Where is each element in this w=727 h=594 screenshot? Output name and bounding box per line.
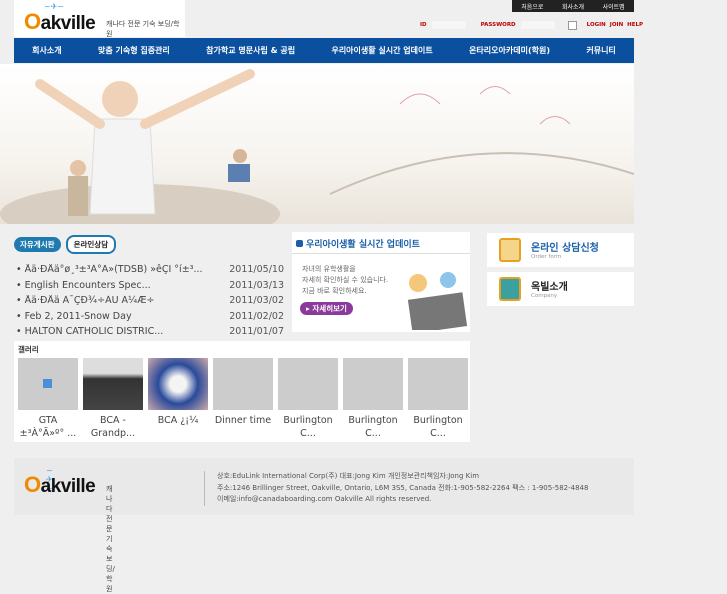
- gallery-title: 갤러리: [18, 345, 39, 354]
- post-row[interactable]: • Feb 2, 2011-Snow Day 2011/02/02: [14, 309, 284, 325]
- bullet-icon: [296, 240, 303, 247]
- footer-address: 주소:1246 Brillinger Street, Oakville, Ont…: [217, 483, 589, 492]
- gallery-panel: 갤러리 GTA ±³À°Ã»º° ... BCA - Grandp... BCA…: [14, 341, 470, 442]
- join-button[interactable]: JOIN: [610, 22, 623, 28]
- gallery-caption[interactable]: BCA ¿¡¼: [148, 414, 208, 427]
- post-row[interactable]: • English Encounters Spec... 2011/03/13: [14, 278, 284, 294]
- side-title: 옥빌소개: [531, 282, 568, 293]
- gallery-item[interactable]: GTA ±³À°Ã»º° ...: [18, 358, 78, 440]
- logo[interactable]: ~✈~ Oakville 캐나다 전문 기숙 보딩/학원: [14, 0, 185, 38]
- gallery-caption[interactable]: GTA ±³À°Ã»º° ...: [18, 414, 78, 440]
- logo-text: Oakville: [24, 9, 96, 34]
- footer-email: 이메일:info@canadaboarding.com Oakville All…: [217, 495, 432, 503]
- post-title[interactable]: English Encounters Spec...: [25, 280, 151, 291]
- nav-item[interactable]: 맞춤 기숙형 집중관리: [98, 45, 170, 56]
- post-row[interactable]: • HALTON CATHOLIC DISTRIC... 2011/01/07: [14, 324, 284, 340]
- footer-tagline: 캐나다 전문 기숙 보딩/학원: [106, 485, 115, 593]
- gallery-thumb[interactable]: [408, 358, 468, 410]
- live-update-panel: 우리아이생활 실시간 업데이트 자녀의 유학생활을 자세히 확인하실 수 있습니…: [292, 232, 470, 332]
- post-date: 2011/05/10: [229, 264, 284, 276]
- gallery-caption[interactable]: Dinner time: [213, 414, 273, 427]
- gallery-item[interactable]: Burlington C...: [278, 358, 338, 440]
- nav-item[interactable]: 커뮤니티: [586, 45, 615, 56]
- logo-tagline: 캐나다 전문 기숙 보딩/학원: [106, 20, 180, 38]
- nav-item[interactable]: 온타리오아카데미(학원): [469, 45, 550, 56]
- live-text: 자녀의 유학생활을: [302, 265, 356, 273]
- nav-item[interactable]: 참가학교 명문사립 & 공립: [206, 45, 295, 56]
- gallery-item[interactable]: Burlington C...: [408, 358, 468, 440]
- post-title[interactable]: Åä·ÐÅä À¯ÇÐ¾÷ÀÚ Ã¼Æ÷: [25, 295, 155, 306]
- side-subtitle: Company: [531, 293, 558, 299]
- gallery-thumb[interactable]: [18, 358, 78, 410]
- live-title[interactable]: 우리아이생활 실시간 업데이트: [306, 240, 420, 250]
- top-link-about[interactable]: 회사소개: [562, 2, 584, 11]
- broken-image-icon: [43, 379, 52, 388]
- nav-item[interactable]: 우리아이생활 실시간 업데이트: [331, 45, 432, 56]
- live-text: 자세히 확인하실 수 있습니다.: [302, 276, 389, 284]
- gallery-thumb[interactable]: [343, 358, 403, 410]
- gallery-item[interactable]: Dinner time: [213, 358, 273, 427]
- main-nav: 회사소개 맞춤 기숙형 집중관리 참가학교 명문사립 & 공립 우리아이생활 실…: [14, 38, 634, 63]
- gallery-item[interactable]: BCA - Grandp...: [83, 358, 143, 440]
- footer-company-info: 상호:EduLink International Corp(주) 대표:Jong…: [217, 472, 480, 480]
- post-date: 2011/01/07: [229, 326, 284, 338]
- post-title[interactable]: Åä·ÐÅä°ø¸³±³À°Ã»(TDSB) »êÇÏ °í±³...: [25, 264, 203, 275]
- tab-free-board[interactable]: 자유게시판: [14, 237, 61, 252]
- save-id-checkbox[interactable]: [567, 20, 577, 30]
- gallery-thumb[interactable]: [213, 358, 273, 410]
- gallery-thumb[interactable]: [148, 358, 208, 410]
- side-subtitle: Order form: [531, 254, 562, 260]
- password-input[interactable]: [519, 20, 556, 30]
- login-button[interactable]: LOGIN: [587, 22, 606, 28]
- gallery-caption[interactable]: Burlington C...: [278, 414, 338, 440]
- footer: ~✈~ Oakville 캐나다 전문 기숙 보딩/학원 상호:EduLink …: [14, 458, 634, 593]
- post-date: 2011/03/02: [229, 295, 284, 307]
- map-icon: [499, 277, 521, 301]
- nav-item[interactable]: 회사소개: [32, 45, 61, 56]
- clipboard-icon: [499, 238, 521, 262]
- gallery-item[interactable]: Burlington C...: [343, 358, 403, 440]
- post-title[interactable]: Feb 2, 2011-Snow Day: [25, 311, 132, 322]
- post-date: 2011/03/13: [229, 279, 284, 291]
- live-text: 지금 바로 확인하세요.: [302, 287, 367, 295]
- board-panel: 자유게시판 온라인상담 • Åä·ÐÅä°ø¸³±³À°Ã»(TDSB) »êÇ…: [14, 232, 284, 337]
- login-form: ID PASSWORD LOGIN JOIN HELP: [420, 20, 643, 30]
- password-label: PASSWORD: [480, 22, 516, 28]
- post-row[interactable]: • Åä·ÐÅä°ø¸³±³À°Ã»(TDSB) »êÇÏ °í±³... 201…: [14, 262, 284, 278]
- help-button[interactable]: HELP: [627, 22, 643, 28]
- post-date: 2011/02/02: [229, 310, 284, 322]
- kids-illustration: [407, 272, 468, 330]
- hero-banner: [0, 64, 634, 224]
- gallery-thumb[interactable]: [83, 358, 143, 410]
- view-more-button[interactable]: ▸ 자세히보기: [300, 302, 353, 315]
- footer-logo-text: Oakville: [24, 472, 96, 497]
- id-input[interactable]: [430, 20, 467, 30]
- id-label: ID: [420, 22, 427, 28]
- hero-image: [0, 69, 634, 224]
- side-title: 온라인 상담신청: [531, 243, 599, 254]
- top-link-home[interactable]: 처음으로: [521, 2, 543, 11]
- online-consult-link[interactable]: 온라인 상담신청 Order form: [487, 233, 634, 267]
- top-link-sitemap[interactable]: 사이트맵: [603, 2, 625, 11]
- post-title[interactable]: HALTON CATHOLIC DISTRIC...: [25, 326, 164, 337]
- gallery-caption[interactable]: Burlington C...: [408, 414, 468, 440]
- top-links: 처음으로 회사소개 사이트맵: [512, 0, 634, 12]
- company-link[interactable]: 옥빌소개 Company: [487, 272, 634, 306]
- tab-online-consult[interactable]: 온라인상담: [65, 235, 117, 254]
- gallery-item[interactable]: BCA ¿¡¼: [148, 358, 208, 427]
- gallery-caption[interactable]: BCA - Grandp...: [83, 414, 143, 440]
- post-row[interactable]: • Åä·ÐÅä À¯ÇÐ¾÷ÀÚ Ã¼Æ÷ 2011/03/02: [14, 293, 284, 309]
- gallery-thumb[interactable]: [278, 358, 338, 410]
- gallery-caption[interactable]: Burlington C...: [343, 414, 403, 440]
